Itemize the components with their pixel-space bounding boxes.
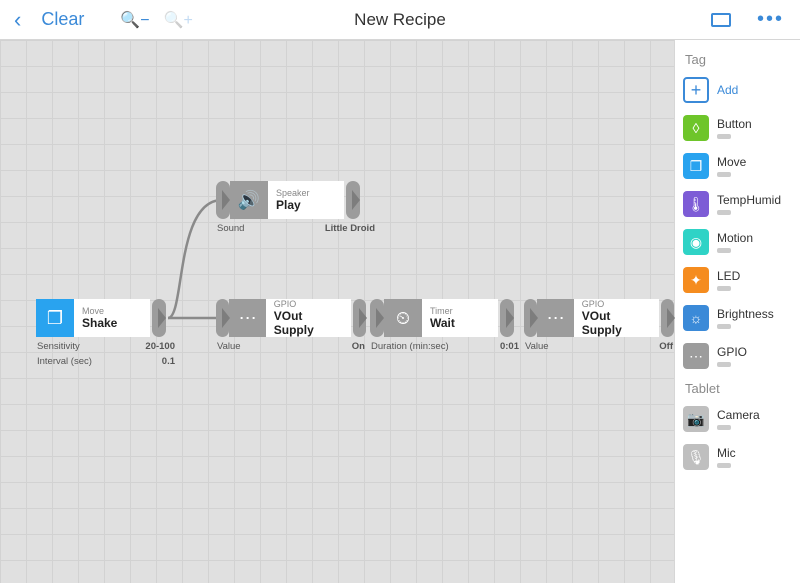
sidebar-item-gpio[interactable]: ⋯ GPIO [683, 343, 792, 369]
sidebar-item-label: TempHumid [717, 193, 781, 207]
sidebar-item-sub [717, 134, 731, 139]
page-title[interactable]: New Recipe [354, 10, 446, 30]
sidebar-item-label: Move [717, 155, 746, 169]
param-row[interactable]: SoundLittle Droid [216, 221, 376, 236]
sidebar-item-sub [717, 248, 731, 253]
button-icon: ◊ [683, 115, 709, 141]
port-in[interactable] [216, 299, 229, 337]
zoom-in-icon: 🔍+ [164, 10, 193, 30]
port-out[interactable] [346, 181, 360, 219]
param-row[interactable]: ValueOff [524, 339, 674, 354]
toolbar-left: ‹ Clear 🔍− 🔍+ [8, 7, 193, 33]
port-in[interactable] [216, 181, 230, 219]
sidebar-item-camera[interactable]: 📷 Camera [683, 406, 792, 432]
param-row[interactable]: Interval (sec)0.1 [36, 354, 176, 369]
mic-icon: 🎙 [683, 444, 709, 470]
add-label: Add [717, 83, 738, 97]
node-name: Shake [82, 316, 142, 330]
param-row[interactable]: Duration (min:sec)0:01 [370, 339, 520, 354]
node-name: VOut Supply [582, 309, 651, 337]
sidebar-item-button[interactable]: ◊ Button [683, 115, 792, 141]
sidebar: Tag + Add ◊ Button ❐ Move 🌡 TempHumid ◉ Motion ✦… [674, 40, 800, 583]
gpio-icon: ⋯ [229, 299, 265, 337]
node-name: Wait [430, 316, 490, 330]
timer-icon: ⏲ [384, 299, 422, 337]
toolbar: ‹ Clear 🔍− 🔍+ New Recipe ••• [0, 0, 800, 40]
sidebar-item-led[interactable]: ✦ LED [683, 267, 792, 293]
sidebar-item-sub [717, 425, 731, 430]
node-wait[interactable]: ⏲ Timer Wait Duration (min:sec)0:01 [370, 299, 520, 354]
port-in[interactable] [524, 299, 537, 337]
move-icon: ❐ [683, 153, 709, 179]
port-out[interactable] [152, 299, 166, 337]
node-type: GPIO [274, 299, 343, 309]
sidebar-item-label: Motion [717, 231, 753, 245]
led-icon: ✦ [683, 267, 709, 293]
sidebar-item-sub [717, 463, 731, 468]
port-out[interactable] [500, 299, 514, 337]
toolbar-right: ••• [711, 8, 792, 31]
brightness-icon: ☼ [683, 305, 709, 331]
node-play[interactable]: 🔊 Speaker Play SoundLittle Droid [216, 181, 376, 236]
canvas-icon[interactable] [711, 13, 731, 27]
node-name: Play [276, 198, 336, 212]
sidebar-item-motion[interactable]: ◉ Motion [683, 229, 792, 255]
node-type: Move [82, 306, 142, 316]
clear-button[interactable]: Clear [41, 9, 84, 30]
node-gpio-on[interactable]: ⋯ GPIO VOut Supply ValueOn [216, 299, 366, 354]
canvas[interactable]: ❐ Move Shake Sensitivity20-100 Interval … [0, 40, 674, 583]
param-row[interactable]: ValueOn [216, 339, 366, 354]
back-icon[interactable]: ‹ [8, 7, 27, 33]
camera-icon: 📷 [683, 406, 709, 432]
speaker-icon: 🔊 [230, 181, 268, 219]
sidebar-heading-tablet: Tablet [685, 381, 792, 396]
node-type: Speaker [276, 188, 336, 198]
node-name: VOut Supply [274, 309, 343, 337]
sidebar-item-label: Mic [717, 446, 736, 460]
sidebar-item-sub [717, 210, 731, 215]
sidebar-item-move[interactable]: ❐ Move [683, 153, 792, 179]
sidebar-item-sub [717, 172, 731, 177]
gpio-icon: ⋯ [537, 299, 573, 337]
sidebar-item-label: Brightness [717, 307, 774, 321]
node-type: Timer [430, 306, 490, 316]
more-icon[interactable]: ••• [757, 8, 784, 31]
param-row[interactable]: Sensitivity20-100 [36, 339, 176, 354]
plus-icon: + [683, 77, 709, 103]
sidebar-item-temphumid[interactable]: 🌡 TempHumid [683, 191, 792, 217]
sidebar-item-sub [717, 324, 731, 329]
node-type: GPIO [582, 299, 651, 309]
move-icon: ❐ [36, 299, 74, 337]
zoom-group: 🔍− 🔍+ [120, 10, 193, 30]
motion-icon: ◉ [683, 229, 709, 255]
node-shake[interactable]: ❐ Move Shake Sensitivity20-100 Interval … [36, 299, 176, 369]
node-gpio-off[interactable]: ⋯ GPIO VOut Supply ValueOff [524, 299, 674, 354]
gpio-icon: ⋯ [683, 343, 709, 369]
sidebar-item-label: Camera [717, 408, 760, 422]
port-out[interactable] [353, 299, 366, 337]
sidebar-item-mic[interactable]: 🎙 Mic [683, 444, 792, 470]
sidebar-item-sub [717, 362, 731, 367]
sidebar-item-label: Button [717, 117, 752, 131]
sidebar-heading-tag: Tag [685, 52, 792, 67]
zoom-out-icon[interactable]: 🔍− [120, 10, 149, 30]
sidebar-item-brightness[interactable]: ☼ Brightness [683, 305, 792, 331]
workspace: ❐ Move Shake Sensitivity20-100 Interval … [0, 40, 800, 583]
sidebar-item-label: GPIO [717, 345, 747, 359]
sidebar-item-label: LED [717, 269, 740, 283]
port-in[interactable] [370, 299, 384, 337]
port-out[interactable] [661, 299, 674, 337]
add-tag-button[interactable]: + Add [683, 77, 792, 103]
temphumid-icon: 🌡 [683, 191, 709, 217]
sidebar-item-sub [717, 286, 731, 291]
